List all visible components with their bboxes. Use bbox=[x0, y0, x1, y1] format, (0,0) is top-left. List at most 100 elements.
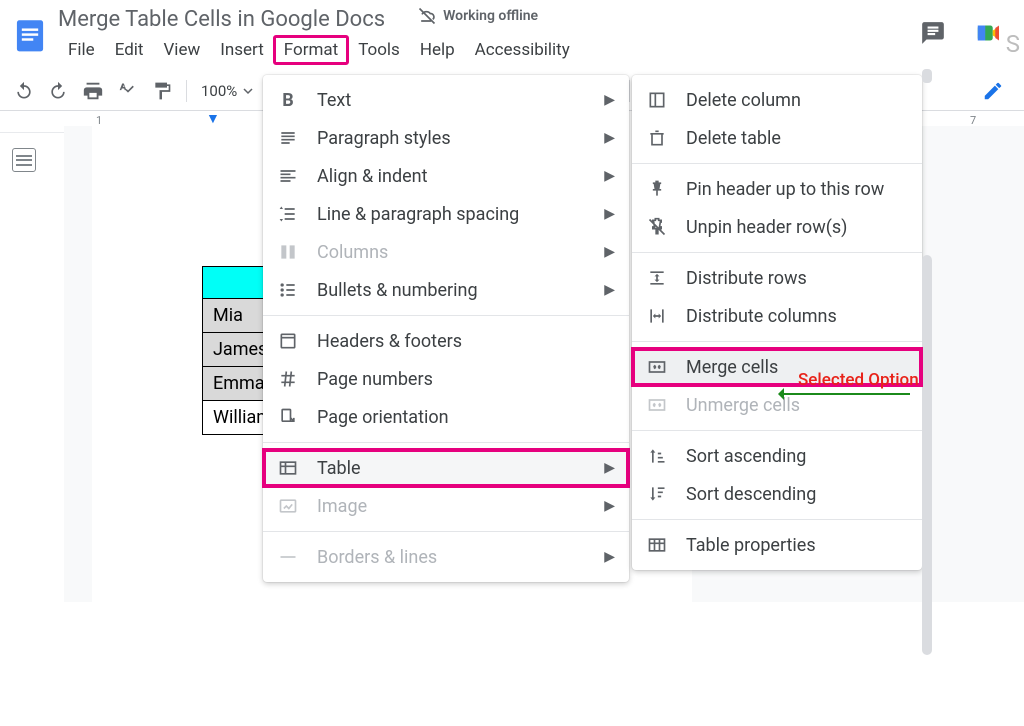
format-menu-item[interactable]: Bullets & numbering▶ bbox=[263, 271, 629, 309]
format-menu: BText▶Paragraph styles▶Align & indent▶Li… bbox=[263, 75, 629, 582]
undo-button[interactable] bbox=[14, 81, 34, 101]
table-submenu-item[interactable]: Delete column bbox=[632, 81, 922, 119]
zoom-select[interactable]: 100% bbox=[201, 82, 253, 100]
pin-icon bbox=[646, 179, 668, 199]
table-submenu-item[interactable]: Sort descending bbox=[632, 475, 922, 513]
paint-format-button[interactable] bbox=[152, 81, 172, 101]
table-submenu-item[interactable]: Distribute columns bbox=[632, 297, 922, 335]
hash-icon bbox=[277, 369, 299, 389]
menu-item-label: Sort descending bbox=[686, 484, 816, 505]
format-menu-item[interactable]: Headers & footers bbox=[263, 322, 629, 360]
align-icon bbox=[277, 166, 299, 186]
menu-item-label: Headers & footers bbox=[317, 331, 462, 352]
deltbl-icon bbox=[646, 128, 668, 148]
scrollbar-icon[interactable] bbox=[922, 69, 932, 83]
sortdesc-icon bbox=[646, 484, 668, 504]
share-button-truncated[interactable]: S bbox=[1006, 30, 1020, 58]
format-menu-item[interactable]: Page numbers bbox=[263, 360, 629, 398]
format-menu-item: Image ▶ bbox=[263, 487, 629, 525]
chevron-right-icon: ▶ bbox=[604, 498, 615, 514]
format-menu-item: Borders & lines▶ bbox=[263, 538, 629, 576]
scrollbar-icon[interactable] bbox=[922, 255, 932, 655]
distcol-icon bbox=[646, 306, 668, 326]
menu-format[interactable]: Format bbox=[274, 36, 348, 64]
table-submenu-item[interactable]: Table properties bbox=[632, 526, 922, 564]
menu-item-label: Image bbox=[317, 496, 367, 517]
meet-icon[interactable] bbox=[974, 18, 1004, 52]
docs-app-icon[interactable] bbox=[10, 15, 50, 55]
menu-item-label: Distribute rows bbox=[686, 268, 807, 289]
annotation-arrow-icon bbox=[780, 393, 910, 395]
spellcheck-button[interactable] bbox=[118, 81, 138, 101]
delcol-icon bbox=[646, 90, 668, 110]
chevron-right-icon: ▶ bbox=[604, 130, 615, 146]
document-title[interactable]: Merge Table Cells in Google Docs bbox=[58, 7, 385, 32]
table-submenu-item[interactable]: Delete table bbox=[632, 119, 922, 157]
bullets-icon bbox=[277, 280, 299, 300]
print-button[interactable] bbox=[82, 80, 104, 102]
table-submenu-item[interactable]: Distribute rows bbox=[632, 259, 922, 297]
menu-item-label: Line & paragraph spacing bbox=[317, 204, 519, 225]
menu-edit[interactable]: Edit bbox=[105, 36, 154, 64]
menu-item-label: Merge cells bbox=[686, 357, 778, 378]
chevron-right-icon: ▶ bbox=[604, 244, 615, 260]
menu-item-label: Delete column bbox=[686, 90, 801, 111]
chevron-right-icon: ▶ bbox=[604, 168, 615, 184]
menu-item-label: Text bbox=[317, 90, 351, 111]
toolbar-separator bbox=[629, 80, 630, 102]
menu-item-label: Page orientation bbox=[317, 407, 449, 428]
menu-item-label: Table bbox=[317, 458, 361, 479]
menu-item-label: Page numbers bbox=[317, 369, 433, 390]
cloud-off-icon bbox=[417, 6, 437, 26]
menu-separator bbox=[632, 519, 922, 520]
table-submenu-item[interactable]: Pin header up to this row bbox=[632, 170, 922, 208]
format-menu-item[interactable]: Page orientation bbox=[263, 398, 629, 436]
tblprops-icon bbox=[646, 535, 668, 555]
menu-separator bbox=[263, 315, 629, 316]
annotation-label: Selected Option bbox=[798, 370, 919, 390]
menu-help[interactable]: Help bbox=[410, 36, 465, 64]
table-submenu-item[interactable]: Sort ascending bbox=[632, 437, 922, 475]
menubar: File Edit View Insert Format Tools Help … bbox=[58, 36, 920, 64]
menu-item-label: Columns bbox=[317, 242, 388, 263]
table-submenu: Delete column Delete table Pin header up t… bbox=[632, 75, 922, 570]
spacing-icon bbox=[277, 204, 299, 224]
format-menu-item: Columns ▶ bbox=[263, 233, 629, 271]
distrow-icon bbox=[646, 268, 668, 288]
comments-icon[interactable] bbox=[920, 20, 946, 50]
outline-toggle-icon[interactable] bbox=[12, 148, 36, 172]
zoom-value: 100% bbox=[201, 82, 237, 100]
para-icon bbox=[277, 128, 299, 148]
menu-item-label: Bullets & numbering bbox=[317, 280, 478, 301]
left-rail bbox=[0, 148, 48, 172]
B-icon: B bbox=[277, 90, 299, 111]
menu-file[interactable]: File bbox=[58, 36, 105, 64]
menu-insert[interactable]: Insert bbox=[210, 36, 274, 64]
unpin-icon bbox=[646, 217, 668, 237]
menu-accessibility[interactable]: Accessibility bbox=[465, 36, 580, 64]
format-menu-item[interactable]: Paragraph styles▶ bbox=[263, 119, 629, 157]
indent-marker-icon[interactable]: ▼ bbox=[206, 110, 220, 127]
format-menu-item[interactable]: Table ▶ bbox=[263, 449, 629, 487]
menu-separator bbox=[632, 163, 922, 164]
offline-indicator: Working offline bbox=[417, 6, 538, 26]
hdrftr-icon bbox=[277, 331, 299, 351]
chevron-right-icon: ▶ bbox=[604, 92, 615, 108]
format-menu-item[interactable]: Align & indent ▶ bbox=[263, 157, 629, 195]
menu-view[interactable]: View bbox=[153, 36, 210, 64]
redo-button[interactable] bbox=[48, 81, 68, 101]
menu-item-label: Unpin header row(s) bbox=[686, 217, 847, 238]
menu-item-label: Pin header up to this row bbox=[686, 179, 884, 200]
chevron-right-icon: ▶ bbox=[604, 206, 615, 222]
border-icon bbox=[277, 547, 299, 567]
menu-item-label: Align & indent bbox=[317, 166, 428, 187]
menu-item-label: Sort ascending bbox=[686, 446, 806, 467]
table-submenu-item[interactable]: Unpin header row(s) bbox=[632, 208, 922, 246]
menu-tools[interactable]: Tools bbox=[348, 36, 410, 64]
editing-mode-button[interactable] bbox=[976, 74, 1010, 108]
format-menu-item[interactable]: B Text ▶ bbox=[263, 81, 629, 119]
format-menu-item[interactable]: Line & paragraph spacing ▶ bbox=[263, 195, 629, 233]
offline-label: Working offline bbox=[443, 8, 538, 24]
cols-icon bbox=[277, 242, 299, 262]
chevron-right-icon: ▶ bbox=[604, 460, 615, 476]
